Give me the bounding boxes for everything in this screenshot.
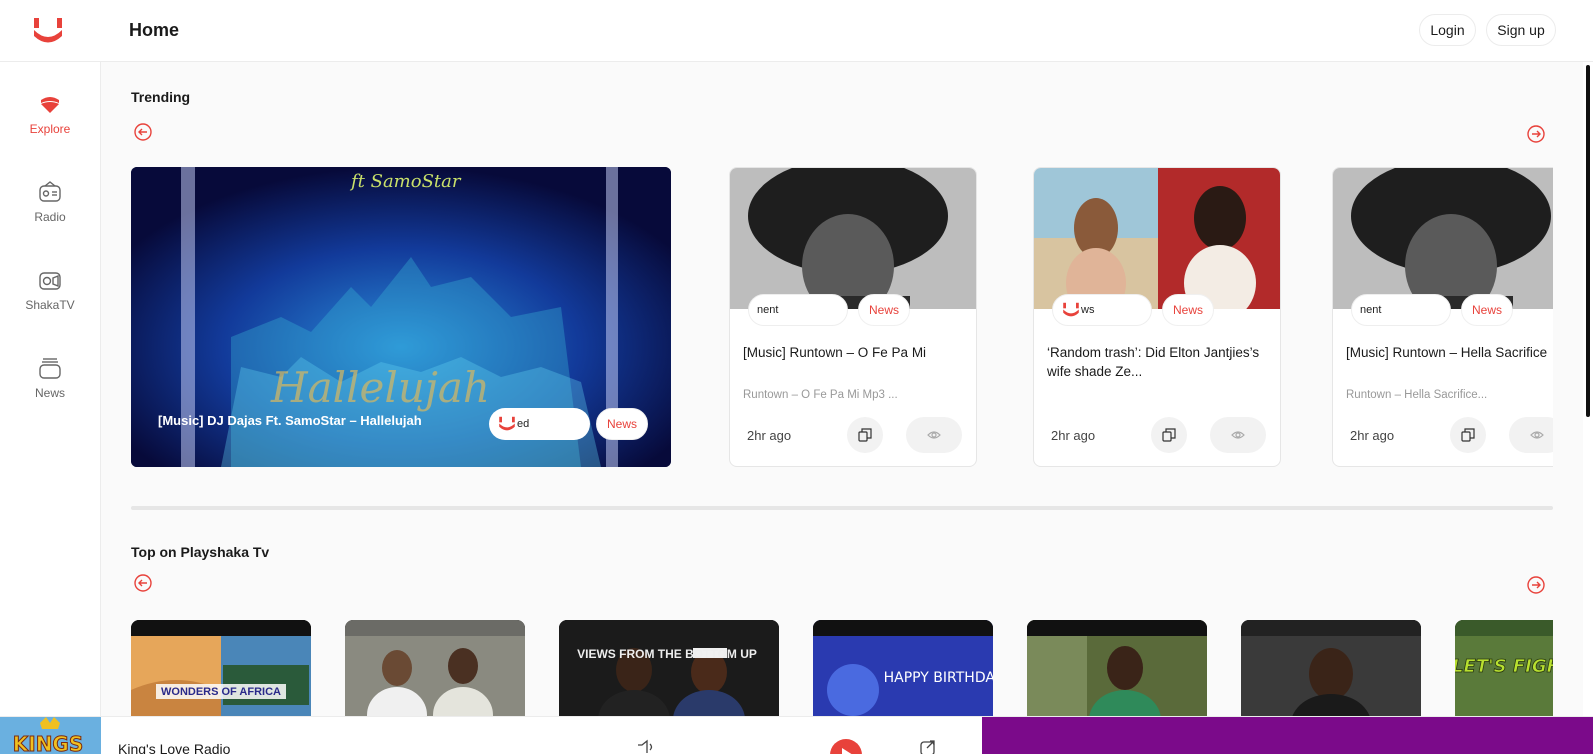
card-title: ‘Random trash’: Did Elton Jantjies’s wif… (1047, 345, 1260, 379)
news-tag[interactable]: News (1162, 294, 1215, 326)
arrow-left-icon[interactable] (133, 122, 153, 142)
card-time: 2hr ago (747, 428, 792, 443)
station-logo-text: KINGS (13, 732, 84, 754)
scrollbar-thumb[interactable] (1586, 65, 1590, 417)
tv-thumbnail[interactable]: WONDERS OF AFRICA (131, 620, 311, 716)
card-thumbnail (730, 168, 976, 309)
signup-button[interactable]: Sign up (1486, 14, 1556, 46)
login-button[interactable]: Login (1419, 14, 1476, 46)
tv-caption: WONDERS OF AFRICA (161, 686, 281, 698)
tv-section-title: Top on Playshaka Tv (131, 544, 270, 560)
card-title: [Music] Runtown – Hella Sacrifice (1346, 345, 1548, 360)
volume-icon[interactable] (636, 739, 656, 754)
card-thumbnail (1034, 168, 1280, 309)
radio-icon (39, 181, 61, 202)
eye-icon (1231, 431, 1245, 439)
copy-icon (1461, 428, 1475, 442)
arrow-right-icon[interactable] (1526, 575, 1546, 595)
arrow-left-icon[interactable] (133, 573, 153, 593)
play-button[interactable] (830, 739, 862, 754)
station-name: King's Love Radio (118, 741, 231, 754)
news-tag[interactable]: News (858, 294, 911, 326)
eye-icon (1530, 431, 1544, 439)
ad-banner[interactable] (982, 717, 1593, 754)
card-thumbnail (1333, 168, 1553, 309)
feature-title: [Music] DJ Dajas Ft. SamoStar – Halleluj… (158, 413, 422, 428)
playshaka-logo-icon (499, 416, 515, 431)
page-scrollbar[interactable] (1583, 62, 1593, 716)
tv-icon (39, 272, 61, 290)
sidebar: Explore Radio ShakaTV News (0, 62, 101, 716)
arrow-right-icon[interactable] (1526, 124, 1546, 144)
playshaka-logo-icon[interactable] (30, 16, 66, 46)
tv-thumbnail[interactable] (1027, 620, 1207, 716)
trending-card[interactable]: ws News ‘Random trash’: Did Elton Jantji… (1033, 167, 1281, 467)
category-label: ed (517, 418, 530, 430)
sidebar-item-shakatv[interactable]: ShakaTV (0, 268, 100, 332)
card-subtitle: Runtown – Hella Sacrifice... (1346, 389, 1488, 401)
trending-title: Trending (131, 89, 191, 105)
views-button[interactable] (1210, 417, 1266, 453)
category-pill[interactable]: ws (1052, 294, 1152, 326)
category-pill[interactable]: nent (748, 294, 848, 326)
news-tag[interactable]: News (596, 408, 649, 440)
views-button[interactable] (906, 417, 962, 453)
copy-button[interactable] (1450, 417, 1486, 453)
playshaka-logo-icon (1063, 302, 1079, 317)
tv-thumbnail[interactable]: HAPPY BIRTHDAY (813, 620, 993, 716)
feature-art-top-text: ft SamoStar (349, 171, 462, 192)
views-button[interactable] (1509, 417, 1553, 453)
copy-icon (858, 428, 872, 442)
eye-icon (927, 431, 941, 439)
tv-thumbnail[interactable]: VIEWS FROM THE BOTTOM UP (559, 620, 779, 716)
tv-thumbnail[interactable]: LET'S FIGHT (1455, 620, 1553, 716)
play-icon (842, 748, 852, 754)
sidebar-item-label: Radio (34, 210, 66, 224)
sidebar-item-label: Explore (29, 122, 71, 136)
sidebar-item-label: News (34, 386, 65, 400)
trending-card[interactable]: nent News [Music] Runtown – Hella Sacrif… (1332, 167, 1553, 467)
tv-thumbnail[interactable] (1241, 620, 1421, 716)
sidebar-item-radio[interactable]: Radio (0, 180, 100, 244)
tv-caption: VIEWS FROM THE BOTTOM UP (577, 647, 757, 661)
card-title: [Music] Runtown – O Fe Pa Mi (743, 345, 927, 360)
feature-art-bottom-text: Hallelujah (270, 363, 490, 412)
category-label: nent (757, 304, 779, 316)
section-divider (131, 506, 1553, 510)
category-label: nent (1360, 304, 1382, 316)
category-pill[interactable]: ed (489, 408, 590, 440)
page-title: Home (129, 20, 180, 40)
news-icon (39, 358, 61, 379)
copy-button[interactable] (1151, 417, 1187, 453)
sidebar-item-explore[interactable]: Explore (0, 92, 100, 156)
station-thumbnail[interactable]: KINGS (0, 717, 101, 754)
trending-carousel: ft SamoStar Hallelujah [Music] DJ Dajas … (131, 167, 1553, 469)
card-subtitle: Runtown – O Fe Pa Mi Mp3 ... (743, 389, 898, 401)
trending-card[interactable]: nent News [Music] Runtown – O Fe Pa Mi R… (729, 167, 977, 467)
tv-caption: LET'S FIGHT (1455, 656, 1553, 677)
copy-button[interactable] (847, 417, 883, 453)
explore-icon (41, 97, 59, 113)
tv-carousel: WONDERS OF AFRICA VIEWS FROM THE BOTTOM … (131, 620, 1553, 716)
card-time: 2hr ago (1350, 428, 1395, 443)
copy-icon (1162, 428, 1176, 442)
top-header: Home Login Sign up (0, 0, 1593, 62)
category-pill[interactable]: nent (1351, 294, 1451, 326)
sidebar-item-label: ShakaTV (25, 298, 75, 312)
category-label: ws (1081, 304, 1095, 316)
card-time: 2hr ago (1051, 428, 1096, 443)
external-link-icon[interactable] (918, 739, 938, 754)
news-tag[interactable]: News (1461, 294, 1514, 326)
trending-feature-card[interactable]: ft SamoStar Hallelujah [Music] DJ Dajas … (131, 167, 671, 467)
tv-caption: HAPPY BIRTHDAY (884, 670, 993, 686)
tv-thumbnail[interactable] (345, 620, 525, 716)
sidebar-item-news[interactable]: News (0, 356, 100, 420)
radio-player-bar: KINGS King's Love Radio (0, 716, 1593, 754)
